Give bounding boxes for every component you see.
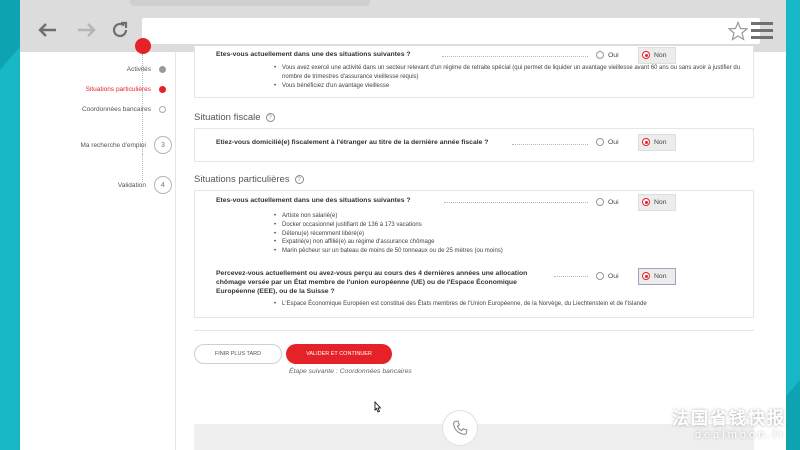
step-validation[interactable]: Validation 4 (118, 176, 172, 194)
radio-non[interactable]: Non (642, 198, 666, 206)
radio-button-selected[interactable] (642, 198, 650, 206)
forward-arrow-icon[interactable] (72, 16, 100, 44)
step-done-dot (159, 66, 166, 73)
list-item: Artiste non salarié(e) (274, 212, 574, 221)
page-content: Activités Situations particulières Coord… (20, 38, 786, 450)
radio-button-selected[interactable] (642, 138, 650, 146)
bullet-list: Vous avez exercé une activité dans un se… (274, 64, 744, 90)
validate-continue-button[interactable]: VALIDER ET CONTINUER (286, 344, 392, 364)
section-title-fiscale: Situation fiscale ? (194, 112, 275, 123)
previous-step-marker (135, 38, 151, 54)
radio-button[interactable] (596, 138, 604, 146)
radio-button[interactable] (596, 51, 604, 59)
watermark: 法国省钱快报 dealmoon.fr (672, 404, 786, 441)
help-icon[interactable]: ? (265, 113, 275, 122)
step-label: Validation (117, 181, 146, 189)
refresh-icon[interactable] (106, 16, 134, 44)
section-title-particulieres: Situations particulières ? (194, 174, 304, 185)
radio-non[interactable]: Non (642, 51, 666, 59)
radio-oui[interactable]: Oui (596, 272, 619, 280)
leader-dots (512, 144, 588, 145)
radio-button-selected[interactable] (642, 51, 650, 59)
radio-non[interactable]: Non (642, 138, 666, 146)
radio-non[interactable]: Non (642, 272, 666, 280)
list-item: L'Espace Économique Européen est constit… (274, 300, 754, 309)
list-item: Expatrié(e) non affilié(e) au régime d'a… (274, 238, 574, 247)
step-situations-particulieres[interactable]: Situations particulières (86, 86, 166, 93)
back-arrow-icon[interactable] (34, 16, 62, 44)
leader-dots (442, 56, 588, 57)
step-todo-dot (159, 106, 166, 113)
question-allocation-line2: chômage versée par un État membre de l'u… (216, 279, 517, 286)
phone-icon[interactable] (442, 410, 478, 446)
question-situations-1: Etes-vous actuellement dans une des situ… (216, 51, 411, 58)
list-item: Vous bénéficiez d'un avantage vieillesse (274, 82, 744, 91)
form-main: Etes-vous actuellement dans une des situ… (194, 46, 754, 450)
cursor-icon (374, 401, 382, 413)
help-icon[interactable]: ? (294, 175, 304, 184)
leader-dots (554, 276, 588, 277)
browser-window: Activités Situations particulières Coord… (20, 0, 786, 450)
bullet-list: L'Espace Économique Européen est constit… (274, 300, 754, 309)
radio-oui[interactable]: Oui (596, 138, 619, 146)
radio-oui[interactable]: Oui (596, 51, 619, 59)
browser-tab[interactable] (130, 0, 370, 6)
question-situations-2: Etes-vous actuellement dans une des situ… (216, 197, 411, 204)
question-allocation-line3: Européenne (EEE), ou de la Suisse ? (216, 288, 335, 295)
watermark-cn: 法国省钱快报 (672, 409, 786, 429)
list-item: Docker occasionnel justifiant de 136 à 1… (274, 221, 574, 230)
step-active-dot (159, 86, 166, 93)
radio-label: Non (654, 51, 667, 59)
section-title-text: Situations particulières (194, 174, 290, 185)
radio-button[interactable] (596, 272, 604, 280)
address-bar[interactable] (142, 18, 760, 44)
list-item: Marin pêcheur sur un bateau de moins de … (274, 247, 574, 256)
star-icon[interactable] (728, 21, 748, 41)
watermark-en: dealmoon.fr (694, 429, 786, 441)
leader-dots (444, 202, 588, 203)
radio-label: Oui (608, 51, 619, 59)
list-item: Vous avez exercé une activité dans un se… (274, 64, 744, 82)
radio-label: Oui (608, 138, 619, 146)
radio-button[interactable] (596, 198, 604, 206)
step-activites[interactable]: Activités (127, 66, 166, 73)
progress-sidebar: Activités Situations particulières Coord… (20, 38, 176, 450)
step-recherche-emploi[interactable]: Ma recherche d'emploi 3 (80, 136, 172, 154)
step-label: Ma recherche d'emploi (80, 141, 146, 149)
radio-label: Oui (608, 272, 619, 280)
question-fiscale: Etiez-vous domicilié(e) fiscalement à l'… (216, 139, 489, 146)
divider (194, 330, 754, 331)
step-number: 4 (154, 176, 172, 194)
step-label: Situations particulières (85, 86, 151, 93)
finish-later-button[interactable]: FINIR PLUS TARD (194, 344, 282, 364)
list-item: Détenu(e) récemment libéré(e) (274, 230, 574, 239)
step-number: 3 (154, 136, 172, 154)
step-coordonnees-bancaires[interactable]: Coordonnées bancaires (82, 106, 166, 113)
next-step-hint: Étape suivante : Coordonnées bancaires (289, 368, 412, 375)
radio-label: Non (654, 138, 667, 146)
radio-label: Non (654, 272, 667, 280)
section-title-text: Situation fiscale (194, 112, 261, 123)
radio-button-selected[interactable] (642, 272, 650, 280)
radio-oui[interactable]: Oui (596, 198, 619, 206)
question-allocation-line1: Percevez-vous actuellement ou avez-vous … (216, 270, 528, 277)
step-label: Activités (126, 66, 151, 73)
bullet-list: Artiste non salarié(e) Docker occasionne… (274, 212, 574, 256)
menu-icon[interactable] (751, 22, 773, 40)
radio-label: Non (654, 198, 667, 206)
radio-label: Oui (608, 198, 619, 206)
step-label: Coordonnées bancaires (81, 106, 151, 113)
